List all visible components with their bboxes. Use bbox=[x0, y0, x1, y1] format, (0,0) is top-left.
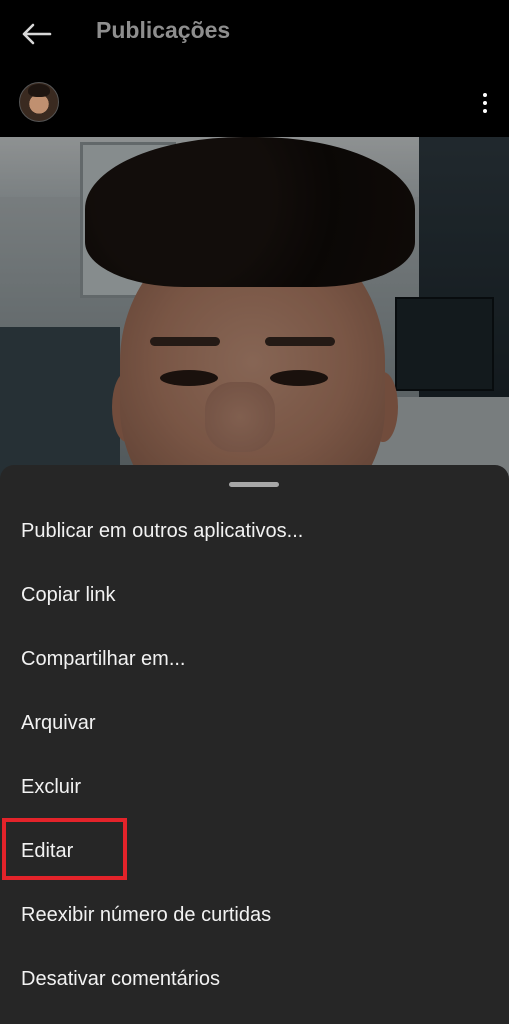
more-vertical-icon bbox=[483, 93, 487, 97]
drag-handle[interactable] bbox=[229, 482, 279, 487]
avatar[interactable] bbox=[19, 82, 59, 122]
back-button[interactable] bbox=[14, 14, 58, 54]
menu-item-share-to[interactable]: Compartilhar em... bbox=[0, 627, 509, 691]
menu-item-show-like-count[interactable]: Reexibir número de curtidas bbox=[0, 883, 509, 947]
menu-item-copy-link[interactable]: Copiar link bbox=[0, 563, 509, 627]
menu-item-archive[interactable]: Arquivar bbox=[0, 691, 509, 755]
menu-item-share-other-apps[interactable]: Publicar em outros aplicativos... bbox=[0, 499, 509, 563]
arrow-left-icon bbox=[22, 23, 52, 45]
options-bottom-sheet: Publicar em outros aplicativos... Copiar… bbox=[0, 465, 509, 1024]
modal-overlay[interactable] bbox=[0, 137, 509, 497]
options-menu: Publicar em outros aplicativos... Copiar… bbox=[0, 499, 509, 1011]
menu-item-edit[interactable]: Editar bbox=[0, 819, 509, 883]
top-bar: Publicações bbox=[0, 0, 509, 68]
menu-item-turn-off-comments[interactable]: Desativar comentários bbox=[0, 947, 509, 1011]
page-title: Publicações bbox=[96, 17, 231, 43]
more-options-button[interactable] bbox=[475, 88, 495, 118]
post-header bbox=[0, 68, 509, 136]
post-image bbox=[0, 137, 509, 497]
menu-item-delete[interactable]: Excluir bbox=[0, 755, 509, 819]
